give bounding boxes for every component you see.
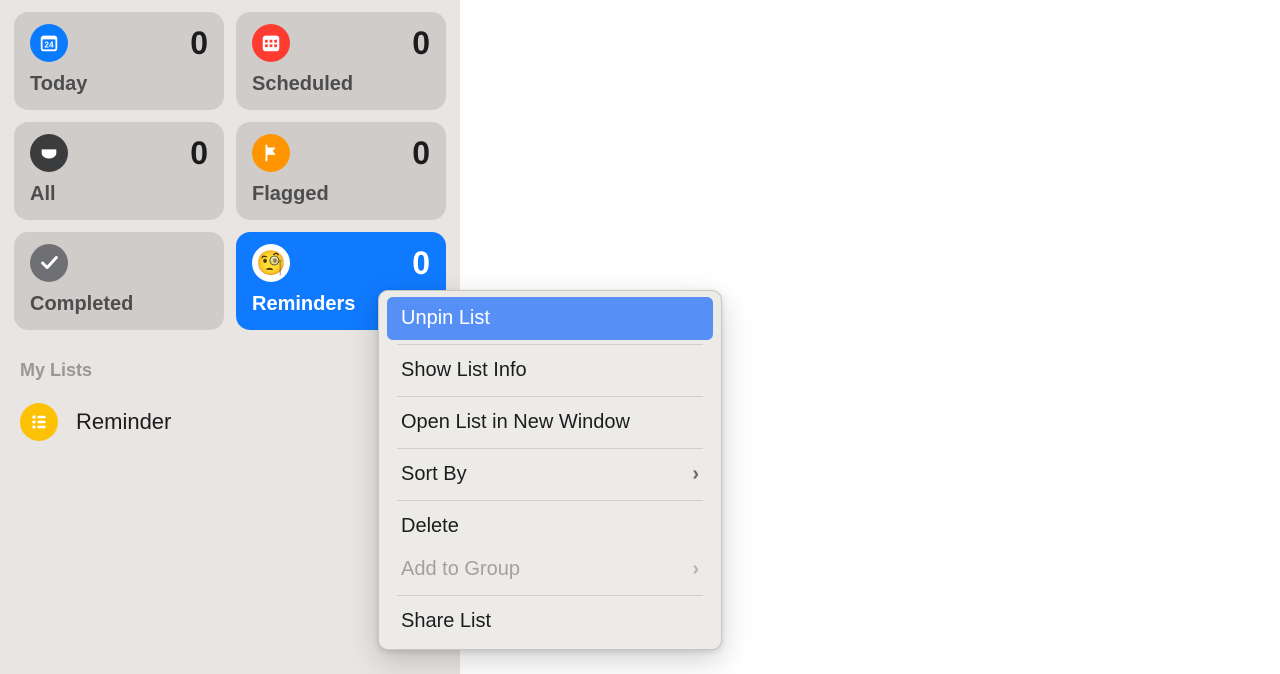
smart-all-card[interactable]: 0 All [14,122,224,220]
checkmark-icon [30,244,68,282]
reminders-emoji-icon: 🧐 [252,244,290,282]
smart-flagged-card[interactable]: 0 Flagged [236,122,446,220]
menu-separator [397,396,703,397]
menu-unpin-list[interactable]: Unpin List [387,297,713,340]
smart-all-label: All [30,183,208,206]
menu-add-to-group: Add to Group › [387,548,713,591]
flag-icon [252,134,290,172]
smart-flagged-label: Flagged [252,183,430,206]
menu-separator [397,448,703,449]
chevron-right-icon: › [692,558,699,581]
chevron-right-icon: › [692,463,699,486]
smart-scheduled-count: 0 [412,25,430,62]
svg-text:24: 24 [44,41,54,50]
menu-show-list-info[interactable]: Show List Info [387,349,713,392]
smart-lists-grid: 24 0 Today 0 Scheduled 0 [14,12,446,330]
smart-today-card[interactable]: 24 0 Today [14,12,224,110]
smart-today-count: 0 [190,25,208,62]
menu-separator [397,595,703,596]
smart-scheduled-label: Scheduled [252,73,430,96]
calendar-icon [252,24,290,62]
menu-open-new-window[interactable]: Open List in New Window [387,401,713,444]
tray-icon [30,134,68,172]
smart-flagged-count: 0 [412,135,430,172]
smart-completed-label: Completed [30,293,208,316]
menu-share-list[interactable]: Share List [387,600,713,643]
context-menu: Unpin List Show List Info Open List in N… [378,290,722,650]
smart-reminders-count: 0 [412,245,430,282]
smart-scheduled-card[interactable]: 0 Scheduled [236,12,446,110]
list-bullet-icon [20,403,58,441]
smart-all-count: 0 [190,135,208,172]
calendar-today-icon: 24 [30,24,68,62]
smart-completed-card[interactable]: Completed [14,232,224,330]
list-item-label: Reminder [76,409,171,435]
smart-today-label: Today [30,73,208,96]
menu-separator [397,500,703,501]
menu-delete[interactable]: Delete [387,505,713,548]
menu-separator [397,344,703,345]
menu-sort-by[interactable]: Sort By › [387,453,713,496]
